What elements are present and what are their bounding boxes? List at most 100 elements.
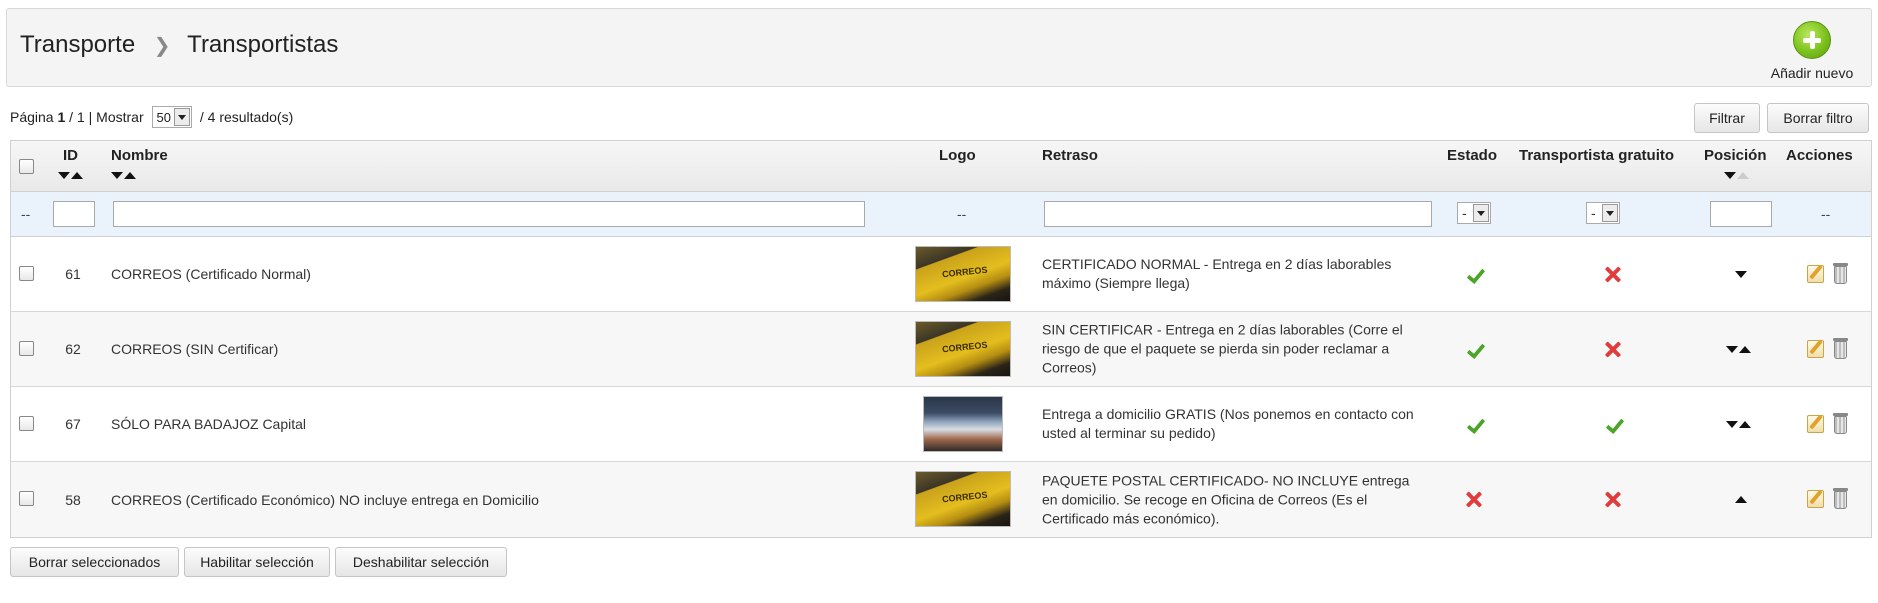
filter-posicion-input[interactable] <box>1710 201 1772 227</box>
chevron-down-icon <box>1601 204 1618 222</box>
retraso-line: riesgo de que el paquete se pierda sin p… <box>1042 340 1390 357</box>
logo-text: CORREOS <box>941 339 988 355</box>
sort-desc-icon[interactable] <box>1724 172 1736 179</box>
col-header-acciones: Acciones <box>1786 147 1853 164</box>
filter-gratuito-select[interactable]: - <box>1586 202 1620 224</box>
carrier-delay: CERTIFICADO NORMAL - Entrega en 2 días l… <box>1042 255 1442 293</box>
status-enabled-icon[interactable] <box>1464 265 1484 285</box>
filter-id-input[interactable] <box>53 201 95 227</box>
sort-posicion <box>1724 172 1754 182</box>
disable-selection-button[interactable]: Deshabilitar selección <box>335 547 507 577</box>
filter-nombre-input[interactable] <box>113 201 865 227</box>
filter-acciones-placeholder: -- <box>1821 206 1831 222</box>
row-checkbox[interactable] <box>19 416 34 431</box>
retraso-line: Correos) <box>1042 359 1097 376</box>
pagination-prefix: Página <box>10 109 58 125</box>
move-down-icon[interactable] <box>1735 271 1747 278</box>
per-page-value: 50 <box>156 109 171 125</box>
position-controls <box>1726 421 1756 431</box>
page-title: Transportistas <box>187 31 339 58</box>
filter-logo-placeholder: -- <box>957 206 967 222</box>
filter-row: -- -- - - -- <box>11 192 1871 237</box>
edit-icon[interactable] <box>1807 340 1824 358</box>
row-checkbox[interactable] <box>19 491 34 506</box>
filter-retraso-input[interactable] <box>1044 201 1432 227</box>
status-enabled-icon[interactable] <box>1464 340 1484 360</box>
free-shipping-disabled-icon[interactable] <box>1603 340 1623 360</box>
current-page: 1 <box>57 109 66 125</box>
carrier-name: CORREOS (Certificado Económico) NO inclu… <box>111 491 539 508</box>
retraso-line: usted al terminar su pedido) <box>1042 425 1216 441</box>
delete-selected-button[interactable]: Borrar seleccionados <box>10 547 179 577</box>
clear-filter-button[interactable]: Borrar filtro <box>1767 103 1869 133</box>
position-controls <box>1735 271 1765 281</box>
trash-icon[interactable] <box>1833 488 1848 509</box>
col-header-id: ID <box>63 147 78 164</box>
col-header-retraso: Retraso <box>1042 147 1098 164</box>
status-disabled-icon[interactable] <box>1464 490 1484 510</box>
move-up-icon[interactable] <box>1739 346 1751 353</box>
sort-desc-icon[interactable] <box>111 172 123 179</box>
edit-icon[interactable] <box>1807 415 1824 433</box>
free-shipping-disabled-icon[interactable] <box>1603 490 1623 510</box>
retraso-line: en domicilio. Se recoge en Oficina de Co… <box>1042 491 1368 507</box>
row-checkbox[interactable] <box>19 341 34 356</box>
select-all-checkbox[interactable] <box>19 159 34 174</box>
carrier-logo-storefront <box>923 396 1003 452</box>
carrier-id: 62 <box>65 341 81 357</box>
filter-estado-select[interactable]: - <box>1457 202 1491 224</box>
carrier-delay: Entrega a domicilio GRATIS (Nos ponemos … <box>1042 405 1442 443</box>
chevron-down-icon <box>1472 204 1489 222</box>
table-row[interactable]: 62 CORREOS (SIN Certificar) CORREOS SIN … <box>11 312 1871 387</box>
position-controls <box>1726 346 1756 356</box>
table-row[interactable]: 67 SÓLO PARA BADAJOZ Capital Entrega a d… <box>11 387 1871 462</box>
results-count: / 4 resultado(s) <box>195 109 294 125</box>
pagination: Página 1 / 1 | Mostrar 50 / 4 resultado(… <box>10 106 293 128</box>
edit-icon[interactable] <box>1807 490 1824 508</box>
add-new-label: Añadir nuevo <box>1770 65 1854 81</box>
per-page-select[interactable]: 50 <box>151 106 192 128</box>
retraso-line: Entrega a domicilio GRATIS (Nos ponemos … <box>1042 406 1414 422</box>
carrier-logo-truck: CORREOS <box>915 246 1011 302</box>
trash-icon[interactable] <box>1833 338 1848 359</box>
carrier-name: SÓLO PARA BADAJOZ Capital <box>111 416 307 432</box>
enable-selection-button[interactable]: Habilitar selección <box>184 547 330 577</box>
move-down-icon[interactable] <box>1726 421 1738 428</box>
col-header-estado: Estado <box>1447 147 1498 164</box>
edit-icon[interactable] <box>1807 265 1824 283</box>
carriers-table: ID Nombre Logo Retraso Estado Transporti… <box>10 140 1872 538</box>
sort-asc-icon[interactable] <box>1737 172 1749 179</box>
sort-asc-icon[interactable] <box>124 172 136 179</box>
col-header-gratuito: Transportista gratuito <box>1519 147 1675 164</box>
sort-asc-icon[interactable] <box>71 172 83 179</box>
carrier-name: CORREOS (SIN Certificar) <box>111 341 279 357</box>
plus-icon <box>1793 21 1831 59</box>
row-checkbox[interactable] <box>19 266 34 281</box>
page-header-toolbar: Transporte ❯ Transportistas Añadir nuevo <box>6 8 1872 87</box>
free-shipping-enabled-icon[interactable] <box>1603 415 1623 435</box>
carrier-logo-truck: CORREOS <box>915 471 1011 527</box>
trash-icon[interactable] <box>1833 413 1848 434</box>
move-up-icon[interactable] <box>1739 421 1751 428</box>
filter-button[interactable]: Filtrar <box>1694 103 1760 133</box>
filter-estado-value: - <box>1462 205 1467 221</box>
status-enabled-icon[interactable] <box>1464 415 1484 435</box>
sort-desc-icon[interactable] <box>58 172 70 179</box>
table-row[interactable]: 61 CORREOS (Certificado Normal) CORREOS … <box>11 237 1871 312</box>
filter-gratuito-value: - <box>1591 205 1596 221</box>
col-header-logo: Logo <box>939 147 976 164</box>
chevron-right-icon: ❯ <box>153 34 171 57</box>
col-header-nombre: Nombre <box>111 147 168 164</box>
move-down-icon[interactable] <box>1726 346 1738 353</box>
retraso-line: PAQUETE POSTAL CERTIFICADO- NO INCLUYE e… <box>1042 472 1410 488</box>
logo-text: CORREOS <box>941 489 988 505</box>
position-controls <box>1735 496 1765 506</box>
free-shipping-disabled-icon[interactable] <box>1603 265 1623 285</box>
trash-icon[interactable] <box>1833 263 1848 284</box>
sort-id <box>58 172 88 182</box>
move-up-icon[interactable] <box>1735 496 1747 503</box>
breadcrumb-parent[interactable]: Transporte <box>20 31 135 59</box>
carrier-id: 58 <box>65 491 81 508</box>
table-row[interactable]: 58 CORREOS (Certificado Económico) NO in… <box>11 462 1871 537</box>
add-new-button[interactable]: Añadir nuevo <box>1767 21 1857 81</box>
